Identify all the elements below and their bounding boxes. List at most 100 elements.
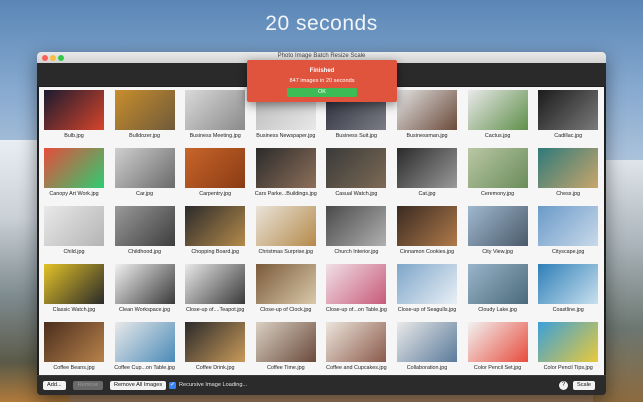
image-thumbnail xyxy=(467,322,528,362)
image-cell[interactable]: Coffee Cup...on Table.jpg xyxy=(110,319,180,376)
image-cell[interactable]: Close-up of...on Table.jpg xyxy=(321,261,391,319)
scale-button[interactable]: Scale xyxy=(573,381,595,390)
image-cell[interactable]: Coffee Time.jpg xyxy=(251,319,321,376)
image-thumbnail xyxy=(397,206,457,246)
image-cell[interactable]: Color Pencil Set.jpg xyxy=(463,319,533,376)
image-cell[interactable]: Clean Workspace.jpg xyxy=(110,261,180,319)
image-filename: Businessman.jpg xyxy=(406,133,448,139)
image-filename: Classic Watch.jpg xyxy=(52,307,96,313)
image-cell[interactable]: Ceremony.jpg xyxy=(463,145,533,203)
image-filename: Coffee Drink.jpg xyxy=(195,365,235,371)
image-filename: Christmas Surprise.jpg xyxy=(258,249,314,255)
image-thumbnail xyxy=(326,264,387,304)
add-button[interactable]: Add... xyxy=(43,381,66,390)
image-cell[interactable]: Close-up of....Teapot.jpg xyxy=(180,261,250,319)
image-filename: Cinnamon Cookies.jpg xyxy=(399,249,455,255)
ok-button[interactable]: OK xyxy=(287,88,357,97)
image-cell[interactable]: Businessman.jpg xyxy=(392,87,462,145)
image-cell[interactable]: Cat.jpg xyxy=(392,145,462,203)
image-filename: Church Interior.jpg xyxy=(334,249,379,255)
image-thumbnail xyxy=(44,264,104,304)
recursive-loading-checkbox[interactable]: ✓ xyxy=(169,381,176,389)
image-cell[interactable]: Chess.jpg xyxy=(533,145,603,203)
image-filename: Coffee and Cupcakes.jpg xyxy=(326,365,387,371)
image-cell[interactable]: Bulldozer.jpg xyxy=(110,87,180,145)
image-cell[interactable]: Cars Parke...Buildings.jpg xyxy=(251,145,321,203)
image-cell[interactable]: City View.jpg xyxy=(463,203,533,261)
image-thumbnail xyxy=(397,90,457,130)
image-filename: Chopping Board.jpg xyxy=(191,249,240,255)
image-thumbnail xyxy=(326,206,387,246)
image-filename: Chess.jpg xyxy=(556,191,581,197)
image-cell[interactable]: Cactus.jpg xyxy=(463,87,533,145)
image-filename: Color Pencil Tips.jpg xyxy=(543,365,593,371)
image-cell[interactable]: Cityscape.jpg xyxy=(533,203,603,261)
image-filename: Cloudy Lake.jpg xyxy=(478,307,517,313)
image-cell[interactable]: Cadillac.jpg xyxy=(533,87,603,145)
image-thumbnail xyxy=(397,264,457,304)
image-thumbnail xyxy=(255,206,316,246)
image-thumbnail xyxy=(185,264,246,304)
image-cell[interactable]: Business Meeting.jpg xyxy=(180,87,250,145)
image-thumbnail xyxy=(185,206,246,246)
image-thumbnail xyxy=(44,322,104,362)
image-filename: Cityscape.jpg xyxy=(552,249,585,255)
image-filename: Coffee Time.jpg xyxy=(266,365,305,371)
image-thumbnail xyxy=(397,322,457,362)
image-cell[interactable]: Chopping Board.jpg xyxy=(180,203,250,261)
image-cell[interactable]: Classic Watch.jpg xyxy=(39,261,109,319)
image-cell[interactable]: Collaboration.jpg xyxy=(392,319,462,376)
image-filename: Bulldozer.jpg xyxy=(129,133,161,139)
image-thumbnail xyxy=(114,206,175,246)
image-filename: Coastline.jpg xyxy=(552,307,584,313)
image-cell[interactable]: Christmas Surprise.jpg xyxy=(251,203,321,261)
image-filename: Ceremony.jpg xyxy=(481,191,515,197)
image-cell[interactable]: Close-up of Seagulls.jpg xyxy=(392,261,462,319)
image-thumbnail xyxy=(467,206,528,246)
image-cell[interactable]: Childhood.jpg xyxy=(110,203,180,261)
bottom-toolbar: Add... Remove Remove All Images ✓ Recurs… xyxy=(37,375,606,395)
remove-all-images-button[interactable]: Remove All Images xyxy=(110,381,167,390)
image-thumbnail xyxy=(114,148,175,188)
image-filename: Close-up of Seagulls.jpg xyxy=(397,307,457,313)
image-cell[interactable]: Car.jpg xyxy=(110,145,180,203)
image-cell[interactable]: Bulb.jpg xyxy=(39,87,109,145)
image-thumbnail xyxy=(255,148,316,188)
image-thumbnail xyxy=(44,206,104,246)
image-thumbnail xyxy=(538,264,599,304)
image-thumbnail xyxy=(185,90,246,130)
help-button[interactable]: ? xyxy=(559,381,568,390)
hero-title: 20 seconds xyxy=(265,12,378,35)
image-filename: Color Pencil Set.jpg xyxy=(473,365,522,371)
image-thumbnail xyxy=(326,148,387,188)
image-cell[interactable]: Coffee Beans.jpg xyxy=(39,319,109,376)
image-cell[interactable]: Child.jpg xyxy=(39,203,109,261)
image-filename: Business Meeting.jpg xyxy=(189,133,241,139)
image-cell[interactable]: Coffee and Cupcakes.jpg xyxy=(321,319,391,376)
image-cell[interactable]: Casual Watch.jpg xyxy=(321,145,391,203)
image-cell[interactable]: Cinnamon Cookies.jpg xyxy=(392,203,462,261)
image-filename: Close-up of Clock.jpg xyxy=(260,307,312,313)
image-cell[interactable]: Church Interior.jpg xyxy=(321,203,391,261)
image-thumbnail xyxy=(44,148,104,188)
image-thumbnail xyxy=(255,264,316,304)
image-cell[interactable]: Canopy Art Work.jpg xyxy=(39,145,109,203)
image-thumbnail xyxy=(538,148,599,188)
recursive-loading-label: Recursive Image Loading... xyxy=(179,382,248,388)
image-thumbnail xyxy=(114,90,175,130)
dialog-message: 847 images in 20 seconds xyxy=(289,78,355,84)
image-thumbnail xyxy=(467,264,528,304)
remove-button[interactable]: Remove xyxy=(73,381,103,390)
image-cell[interactable]: Coffee Drink.jpg xyxy=(180,319,250,376)
image-thumbnail xyxy=(255,322,316,362)
image-cell[interactable]: Coastline.jpg xyxy=(533,261,603,319)
app-window: Photo Image Batch Resize Scale Bulb.jpg B… xyxy=(37,52,606,395)
image-cell[interactable]: Color Pencil Tips.jpg xyxy=(533,319,603,376)
image-filename: Carpentry.jpg xyxy=(199,191,232,197)
image-filename: Business Suit.jpg xyxy=(335,133,378,139)
image-thumbnail xyxy=(114,264,175,304)
image-filename: Coffee Cup...on Table.jpg xyxy=(114,365,175,371)
image-cell[interactable]: Carpentry.jpg xyxy=(180,145,250,203)
image-cell[interactable]: Close-up of Clock.jpg xyxy=(251,261,321,319)
image-cell[interactable]: Cloudy Lake.jpg xyxy=(463,261,533,319)
